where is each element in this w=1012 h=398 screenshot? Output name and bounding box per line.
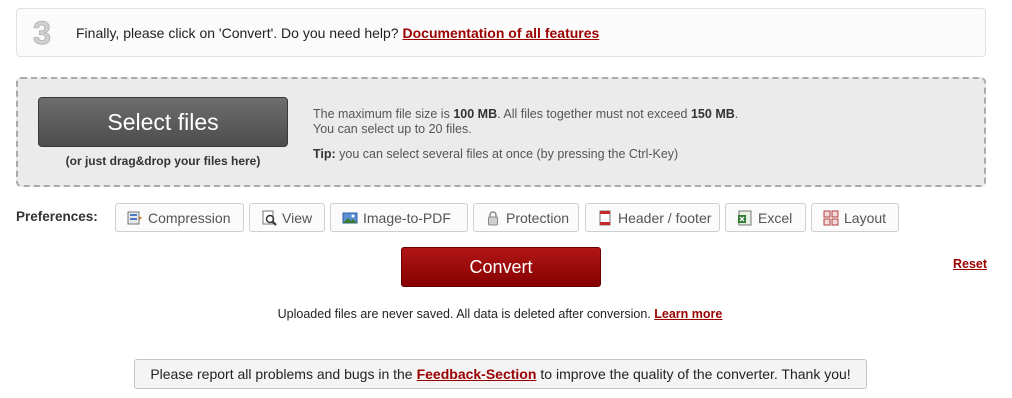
pref-header-footer-button[interactable]: Header / footer xyxy=(585,203,720,232)
privacy-text: Uploaded files are never saved. All data… xyxy=(277,307,651,321)
select-files-button[interactable]: Select files xyxy=(38,97,288,147)
pref-layout-button[interactable]: Layout xyxy=(811,203,899,232)
documentation-link[interactable]: Documentation of all features xyxy=(403,25,600,41)
pref-label: Compression xyxy=(148,209,231,226)
max-files-text: You can select up to 20 files. xyxy=(313,122,472,136)
layout-icon xyxy=(823,210,839,226)
preferences-label: Preferences: xyxy=(16,209,98,224)
drag-drop-hint: (or just drag&drop your files here) xyxy=(65,154,261,168)
convert-button[interactable]: Convert xyxy=(401,247,601,287)
max-size-value: 100 MB xyxy=(453,107,498,121)
max-total-value: 150 MB xyxy=(690,107,735,121)
file-drop-zone[interactable]: Select files (or just drag&drop your fil… xyxy=(16,77,986,187)
max-total-text: . All files together must not exceed xyxy=(497,107,688,121)
tip-label: Tip: xyxy=(313,147,336,161)
pref-excel-button[interactable]: Excel xyxy=(725,203,806,232)
pref-compression-button[interactable]: Compression xyxy=(115,203,244,232)
pref-label: Header / footer xyxy=(618,209,712,226)
lock-icon xyxy=(485,210,501,226)
max-total-suffix: . xyxy=(734,107,739,121)
feedback-suffix: to improve the quality of the converter.… xyxy=(540,366,851,382)
max-size-text: The maximum file size is xyxy=(313,107,450,121)
upload-tip: Tip: you can select several files at onc… xyxy=(313,147,678,161)
pref-protection-button[interactable]: Protection xyxy=(473,203,579,232)
privacy-note: Uploaded files are never saved. All data… xyxy=(0,307,1000,321)
pref-label: Excel xyxy=(758,209,793,226)
compression-icon xyxy=(127,210,143,226)
pref-label: Layout xyxy=(844,209,887,226)
feedback-bar: Please report all problems and bugs in t… xyxy=(134,359,867,389)
feedback-section-link[interactable]: Feedback-Section xyxy=(417,366,537,382)
feedback-prefix: Please report all problems and bugs in t… xyxy=(150,366,413,382)
view-icon xyxy=(261,210,277,226)
step-instruction-bar: 3 Finally, please click on 'Convert'. Do… xyxy=(16,8,986,57)
image-icon xyxy=(342,210,358,226)
pref-view-button[interactable]: View xyxy=(249,203,325,232)
step-text: Finally, please click on 'Convert'. Do y… xyxy=(76,24,399,41)
learn-more-link[interactable]: Learn more xyxy=(654,307,722,321)
step-number: 3 xyxy=(33,16,51,50)
tip-text: you can select several files at once (by… xyxy=(339,147,679,161)
reset-link[interactable]: Reset xyxy=(953,257,987,271)
pref-label: Image-to-PDF xyxy=(363,209,451,226)
pref-label: View xyxy=(282,209,313,226)
step-number-icon: 3 xyxy=(29,16,55,50)
header-footer-icon xyxy=(597,210,613,226)
excel-icon xyxy=(737,210,753,226)
upload-limits: The maximum file size is 100 MB. All fil… xyxy=(313,107,738,137)
pref-label: Protection xyxy=(506,209,570,226)
pref-image-to-pdf-button[interactable]: Image-to-PDF xyxy=(330,203,468,232)
